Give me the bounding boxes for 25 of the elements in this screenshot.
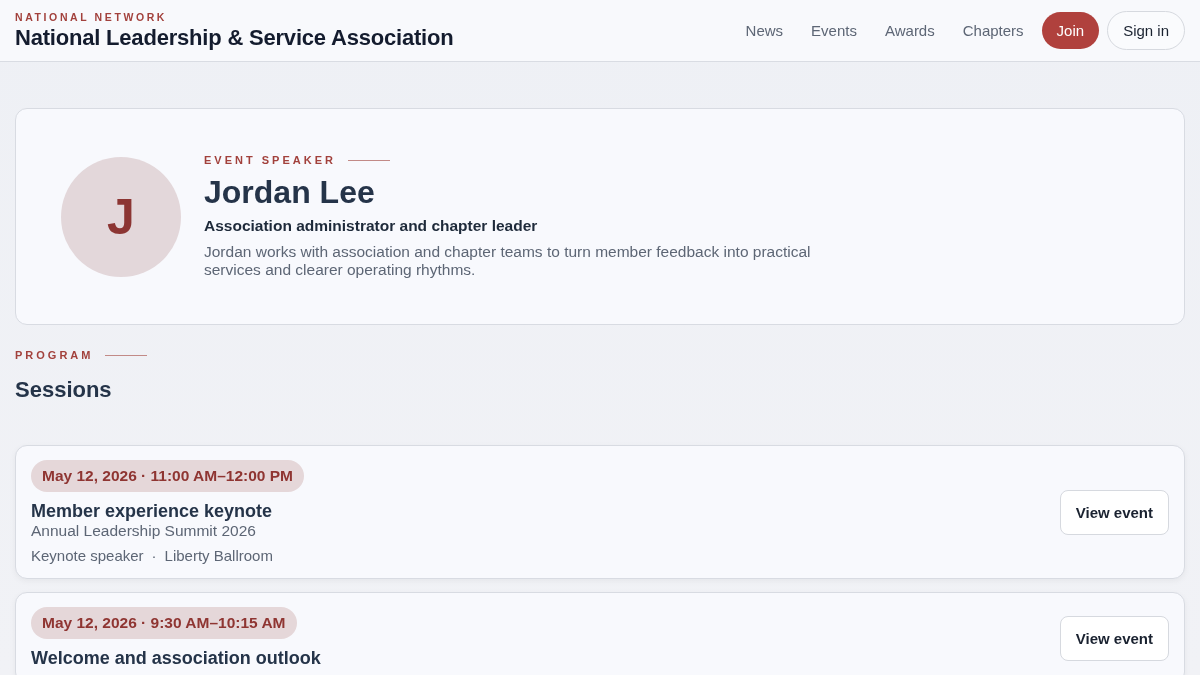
session-title: Member experience keynote xyxy=(31,501,273,522)
nav-link[interactable]: Events xyxy=(801,14,867,47)
view-event-button[interactable]: View event xyxy=(1059,489,1169,535)
nav-link[interactable]: Awards xyxy=(874,14,945,47)
session-time: May 12, 2026 · 11:00 AM–12:00 PM xyxy=(31,460,304,492)
site-title[interactable]: National Leadership & Service Association xyxy=(15,24,454,51)
session-time: May 12, 2026 · 9:30 AM–10:15 AM xyxy=(31,607,297,639)
section-heading: Sessions xyxy=(15,377,113,403)
speaker-role: Association administrator and chapter leader xyxy=(204,217,538,235)
session-meta: Keynote speaker xyxy=(31,547,144,564)
session-title: Welcome and association outlook xyxy=(31,648,321,669)
event-name: Annual Leadership Summit 2026 xyxy=(31,522,256,540)
speaker-name: Jordan Lee xyxy=(204,174,375,211)
section-eyebrow: EVENT SPEAKER xyxy=(204,154,336,166)
speaker-bio: Jordan works with association and chapter teams to turn member feedback into practical services and clearer operating rhythms. xyxy=(204,243,812,279)
nav-link[interactable]: News xyxy=(735,14,794,47)
sign-in-button[interactable]: Sign in xyxy=(1107,11,1185,50)
avatar: J xyxy=(61,156,181,277)
separator: · xyxy=(151,547,157,564)
nav-link[interactable]: Chapters xyxy=(952,14,1034,47)
view-event-button[interactable]: View event xyxy=(1059,615,1169,661)
site-eyebrow: NATIONAL NETWORK xyxy=(15,10,169,23)
section-eyebrow: PROGRAM xyxy=(15,349,94,361)
join-button[interactable]: Join xyxy=(1041,12,1100,49)
session-meta: Liberty Ballroom xyxy=(164,547,273,564)
